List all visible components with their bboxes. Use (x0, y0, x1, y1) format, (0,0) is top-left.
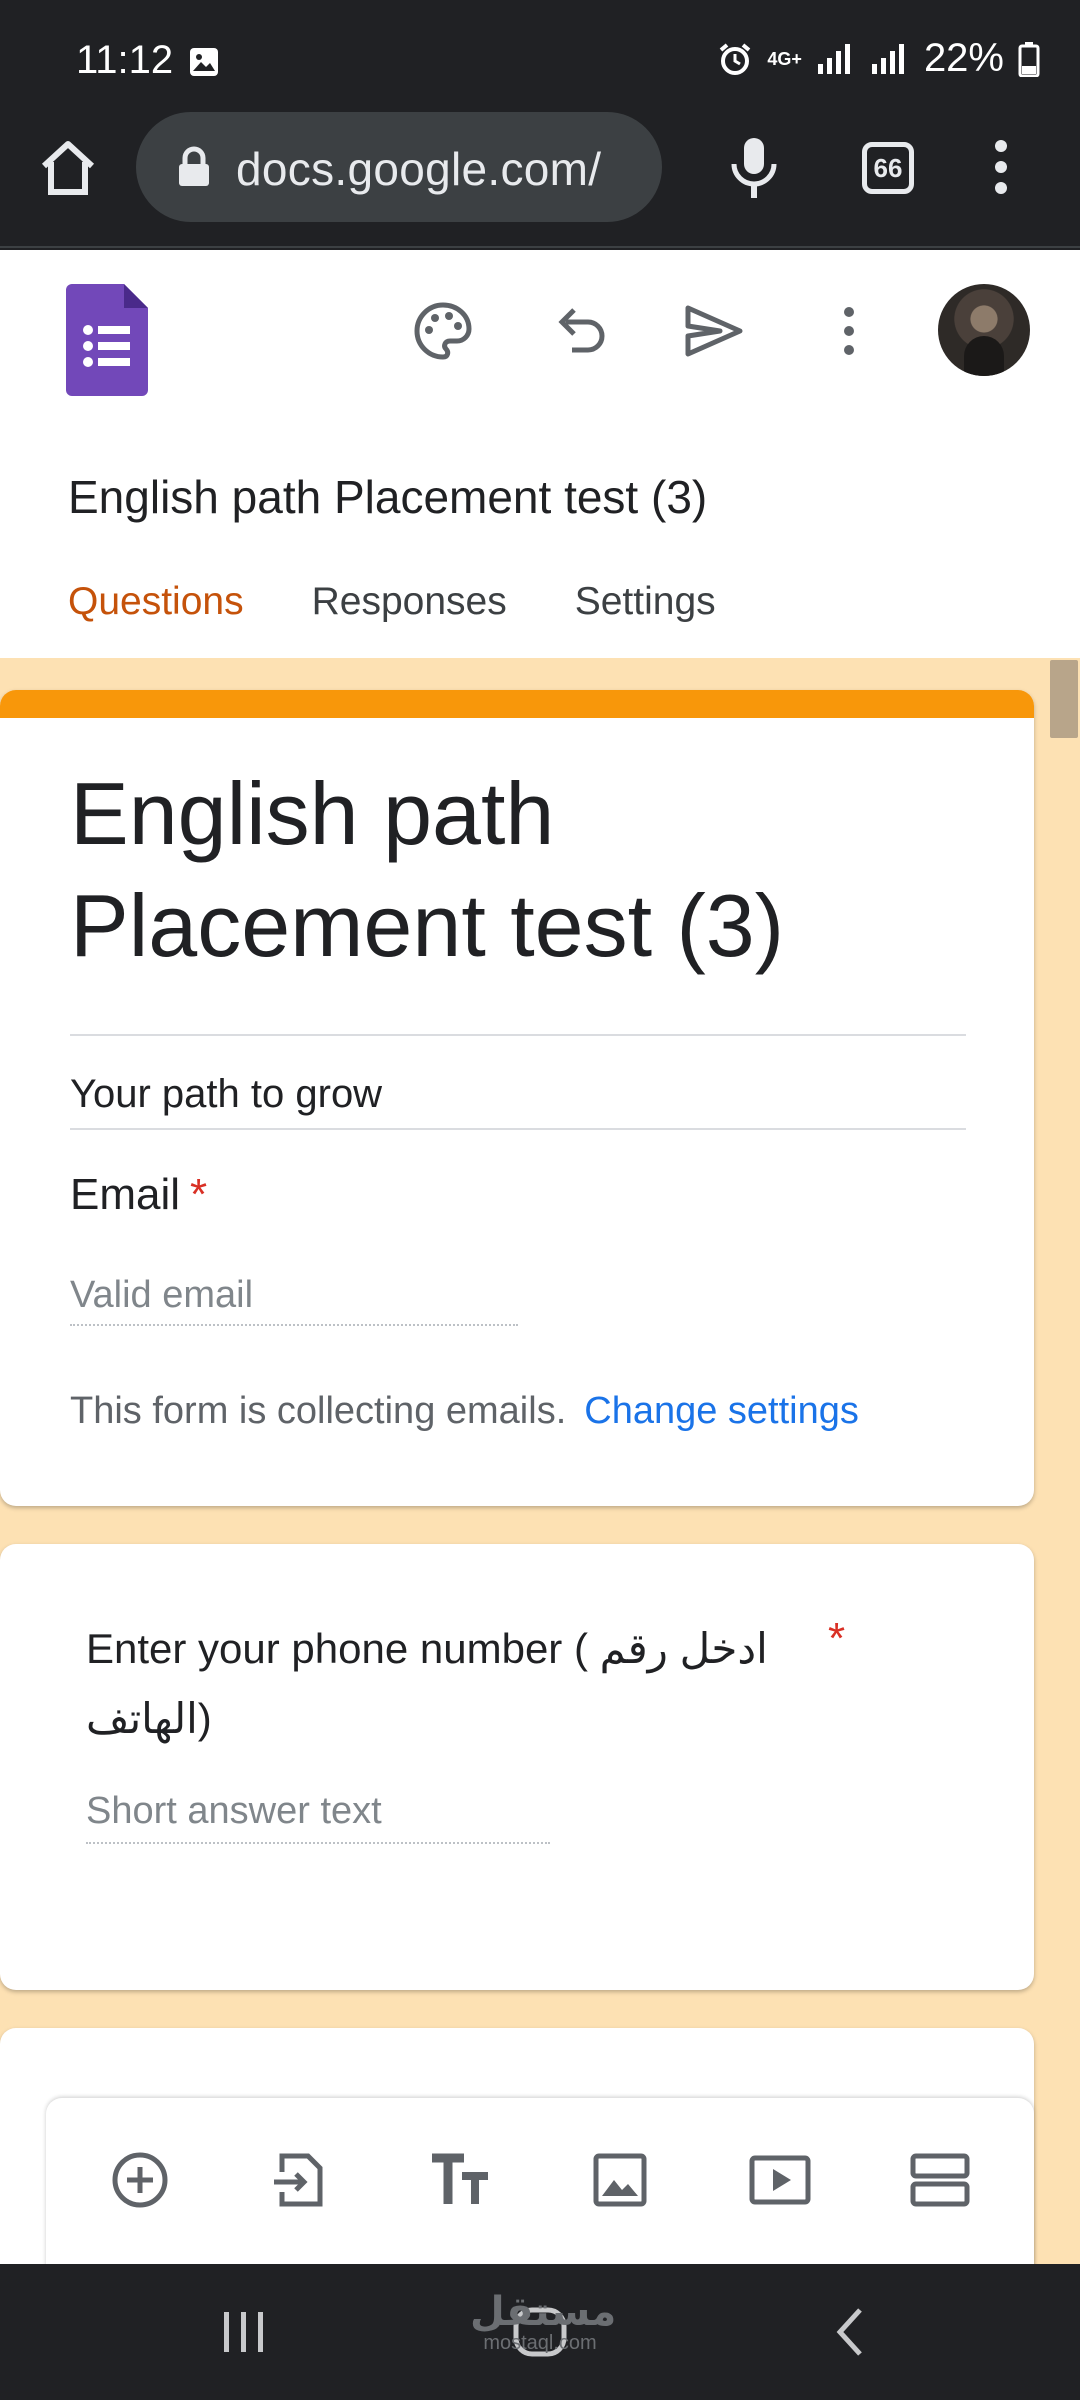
lock-icon (179, 146, 209, 186)
alarm-icon (720, 42, 751, 75)
signal-icon (817, 43, 850, 74)
email-label-text: Email (70, 1170, 181, 1219)
document-title: English path Placement test (3) (68, 471, 708, 523)
watermark-brand: مستقل (470, 2290, 617, 2334)
required-asterisk: * (828, 1614, 846, 1663)
add-section-icon[interactable] (908, 2148, 972, 2212)
address-bar[interactable]: docs.google.com/ (136, 112, 662, 222)
account-avatar[interactable] (938, 284, 1030, 376)
status-indicators: 4G+ 22% (717, 36, 1040, 81)
watermark-logo: مستقل mostaql.com (470, 2292, 616, 2354)
form-title[interactable]: English path Placement test (3) (70, 758, 970, 982)
divider (70, 1034, 966, 1036)
undo-icon[interactable] (550, 300, 612, 362)
required-asterisk: * (190, 1170, 208, 1219)
question-card[interactable]: Enter your phone number ( ادخل رقم الهات… (0, 1544, 1034, 1990)
change-settings-link[interactable]: Change settings (584, 1390, 859, 1432)
tab-bar: Questions Responses Settings (68, 580, 716, 624)
send-icon[interactable] (682, 300, 744, 362)
palette-icon[interactable] (412, 300, 474, 362)
system-navigation-bar: مستقل mostaql.com (0, 2264, 1080, 2400)
form-title-card[interactable]: English path Placement test (3) Your pat… (0, 690, 1034, 1506)
back-icon[interactable] (830, 2304, 870, 2360)
battery-icon (1018, 41, 1040, 77)
forms-header: English path Placement test (3) Question… (0, 250, 1080, 658)
collecting-note-text: This form is collecting emails. (70, 1390, 567, 1432)
tab-questions[interactable]: Questions (68, 580, 244, 624)
tab-responses[interactable]: Responses (312, 580, 507, 624)
question-title[interactable]: Enter your phone number ( ادخل رقم الهات… (86, 1614, 806, 1754)
status-time: 11:12 (76, 38, 174, 82)
google-forms-logo[interactable] (66, 284, 148, 396)
recent-apps-icon[interactable] (220, 2304, 268, 2360)
status-bar: 11:12 4G+ 22% (0, 0, 1080, 112)
battery-percent: 22% (923, 36, 1004, 80)
import-questions-icon[interactable] (268, 2148, 332, 2212)
divider (70, 1128, 966, 1130)
add-question-icon[interactable] (108, 2148, 172, 2212)
add-video-icon[interactable] (748, 2148, 812, 2212)
email-field[interactable]: Valid email (70, 1274, 518, 1326)
url-text: docs.google.com/ (236, 143, 602, 195)
image-notification-icon (190, 48, 218, 76)
scrollbar-thumb[interactable] (1050, 660, 1078, 738)
theme-accent-bar (0, 690, 1034, 718)
add-title-text-icon[interactable] (428, 2148, 492, 2212)
browser-menu-icon[interactable] (986, 134, 1016, 200)
network-type: 4G+ (767, 48, 802, 69)
form-description[interactable]: Your path to grow (70, 1072, 382, 1117)
tab-settings[interactable]: Settings (575, 580, 716, 624)
tab-switcher-button[interactable]: 66 (862, 142, 914, 194)
more-options-icon[interactable] (834, 300, 864, 362)
watermark-domain: mostaql.com (483, 2332, 597, 2354)
email-collection-note: This form is collecting emails. Change se… (70, 1390, 859, 1433)
home-icon[interactable] (36, 136, 100, 200)
email-label: Email * (70, 1170, 207, 1220)
microphone-icon[interactable] (726, 134, 782, 200)
short-answer-field: Short answer text (86, 1790, 550, 1844)
signal-icon-2 (871, 43, 904, 74)
form-canvas: English path Placement test (3) Your pat… (0, 658, 1080, 2264)
browser-toolbar: docs.google.com/ 66 (0, 112, 1080, 248)
add-image-icon[interactable] (588, 2148, 652, 2212)
floating-toolbar (46, 2098, 1034, 2264)
